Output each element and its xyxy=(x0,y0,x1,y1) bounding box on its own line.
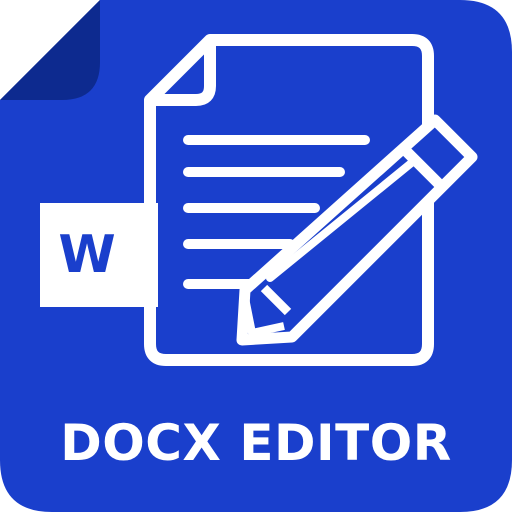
word-letter-badge-icon: W xyxy=(40,203,158,307)
app-icon: W DOCX EDITOR xyxy=(0,0,512,512)
corner-fold xyxy=(0,0,100,100)
app-label: DOCX EDITOR xyxy=(60,414,452,472)
